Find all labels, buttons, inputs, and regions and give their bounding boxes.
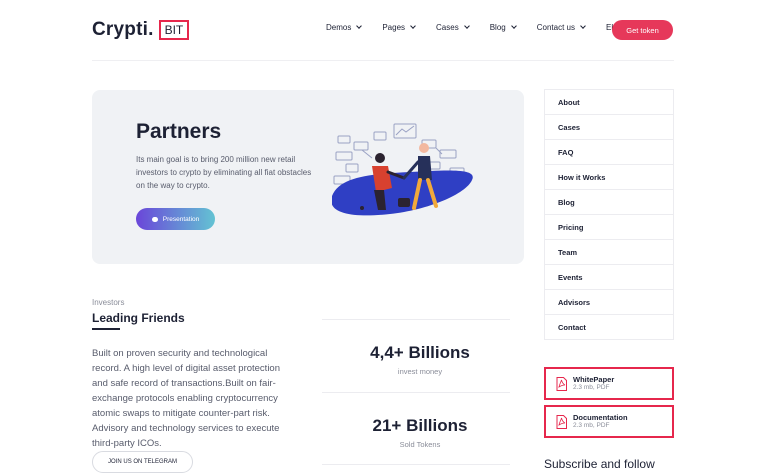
sidebar-item-blog[interactable]: Blog <box>544 189 674 215</box>
stats-divider <box>322 392 510 393</box>
sidebar-item-faq[interactable]: FAQ <box>544 139 674 165</box>
nav-item-cases[interactable]: Cases <box>436 23 470 32</box>
download-title: Documentation <box>573 413 628 422</box>
hero-title: Partners <box>136 120 222 143</box>
pdf-file-icon <box>556 376 567 391</box>
whitepaper-download[interactable]: WhitePaper 2.3 mb, PDF <box>544 367 674 400</box>
stat-label: Sold Tokens <box>399 440 441 449</box>
nav-item-label: Cases <box>436 23 459 32</box>
section-title: Leading Friends <box>92 311 185 325</box>
chevron-down-icon <box>410 23 416 29</box>
download-title: WhitePaper <box>573 375 615 384</box>
sidebar-item-about[interactable]: About <box>544 89 674 115</box>
hero-card: Partners Its main goal is to bring 200 m… <box>92 90 524 264</box>
nav-item-label: Demos <box>326 23 352 32</box>
logo[interactable]: Crypti. BIT <box>92 19 190 41</box>
hero-description: Its main goal is to bring 200 million ne… <box>136 155 312 190</box>
sidebar-item-contact[interactable]: Contact <box>544 314 674 340</box>
nav-item-demos[interactable]: Demos <box>326 23 363 32</box>
sidebar-menu: About Cases FAQ How it Works Blog Pricin… <box>544 89 674 340</box>
stats-divider <box>322 464 510 465</box>
nav-item-pages[interactable]: Pages <box>382 23 416 32</box>
logo-badge: BIT <box>158 20 190 40</box>
handshake-illustration-icon <box>332 123 473 216</box>
subscribe-heading: Subscribe and follow <box>544 457 655 471</box>
sidebar-item-events[interactable]: Events <box>544 264 674 290</box>
sidebar-item-cases[interactable]: Cases <box>544 114 674 140</box>
nav-item-label: Blog <box>489 23 506 32</box>
nav-item-label: Contact us <box>536 23 575 32</box>
presentation-button[interactable]: Presentation <box>136 208 215 230</box>
stat-label: invest money <box>397 367 443 376</box>
presentation-button-label: Presentation <box>162 215 200 223</box>
sidebar-item-pricing[interactable]: Pricing <box>544 214 674 240</box>
nav-item-label: Pages <box>382 23 406 32</box>
pdf-file-icon <box>556 414 567 429</box>
title-underline <box>92 328 120 330</box>
section-label: Investors <box>92 298 125 307</box>
stat-value: 4,4+ Billions <box>370 343 470 362</box>
logo-text: Crypti. <box>92 19 154 40</box>
sidebar-item-team[interactable]: Team <box>544 239 674 265</box>
nav-item-blog[interactable]: Blog <box>489 23 517 32</box>
chevron-down-icon <box>463 23 470 29</box>
documentation-download[interactable]: Documentation 2.3 mb, PDF <box>544 405 674 438</box>
chat-bubble-icon <box>151 216 158 222</box>
stat-value: 21+ Billions <box>372 416 468 435</box>
header-divider <box>92 60 674 61</box>
section-description: Built on proven security and technologic… <box>92 348 281 449</box>
sidebar-item-advisors[interactable]: Advisors <box>544 289 674 315</box>
chevron-down-icon <box>510 23 517 29</box>
sidebar-item-how-it-works[interactable]: How it Works <box>544 164 674 190</box>
download-meta: 2.3 mb, PDF <box>573 422 610 429</box>
stats-divider <box>322 319 510 320</box>
get-token-button[interactable]: Get token <box>612 20 673 40</box>
nav-item-contact[interactable]: Contact us <box>536 23 586 32</box>
download-meta: 2.3 mb, PDF <box>573 384 610 391</box>
chevron-down-icon <box>356 23 363 29</box>
chevron-down-icon <box>580 23 586 29</box>
join-telegram-button[interactable]: JOIN US ON TELEGRAM <box>92 451 193 473</box>
